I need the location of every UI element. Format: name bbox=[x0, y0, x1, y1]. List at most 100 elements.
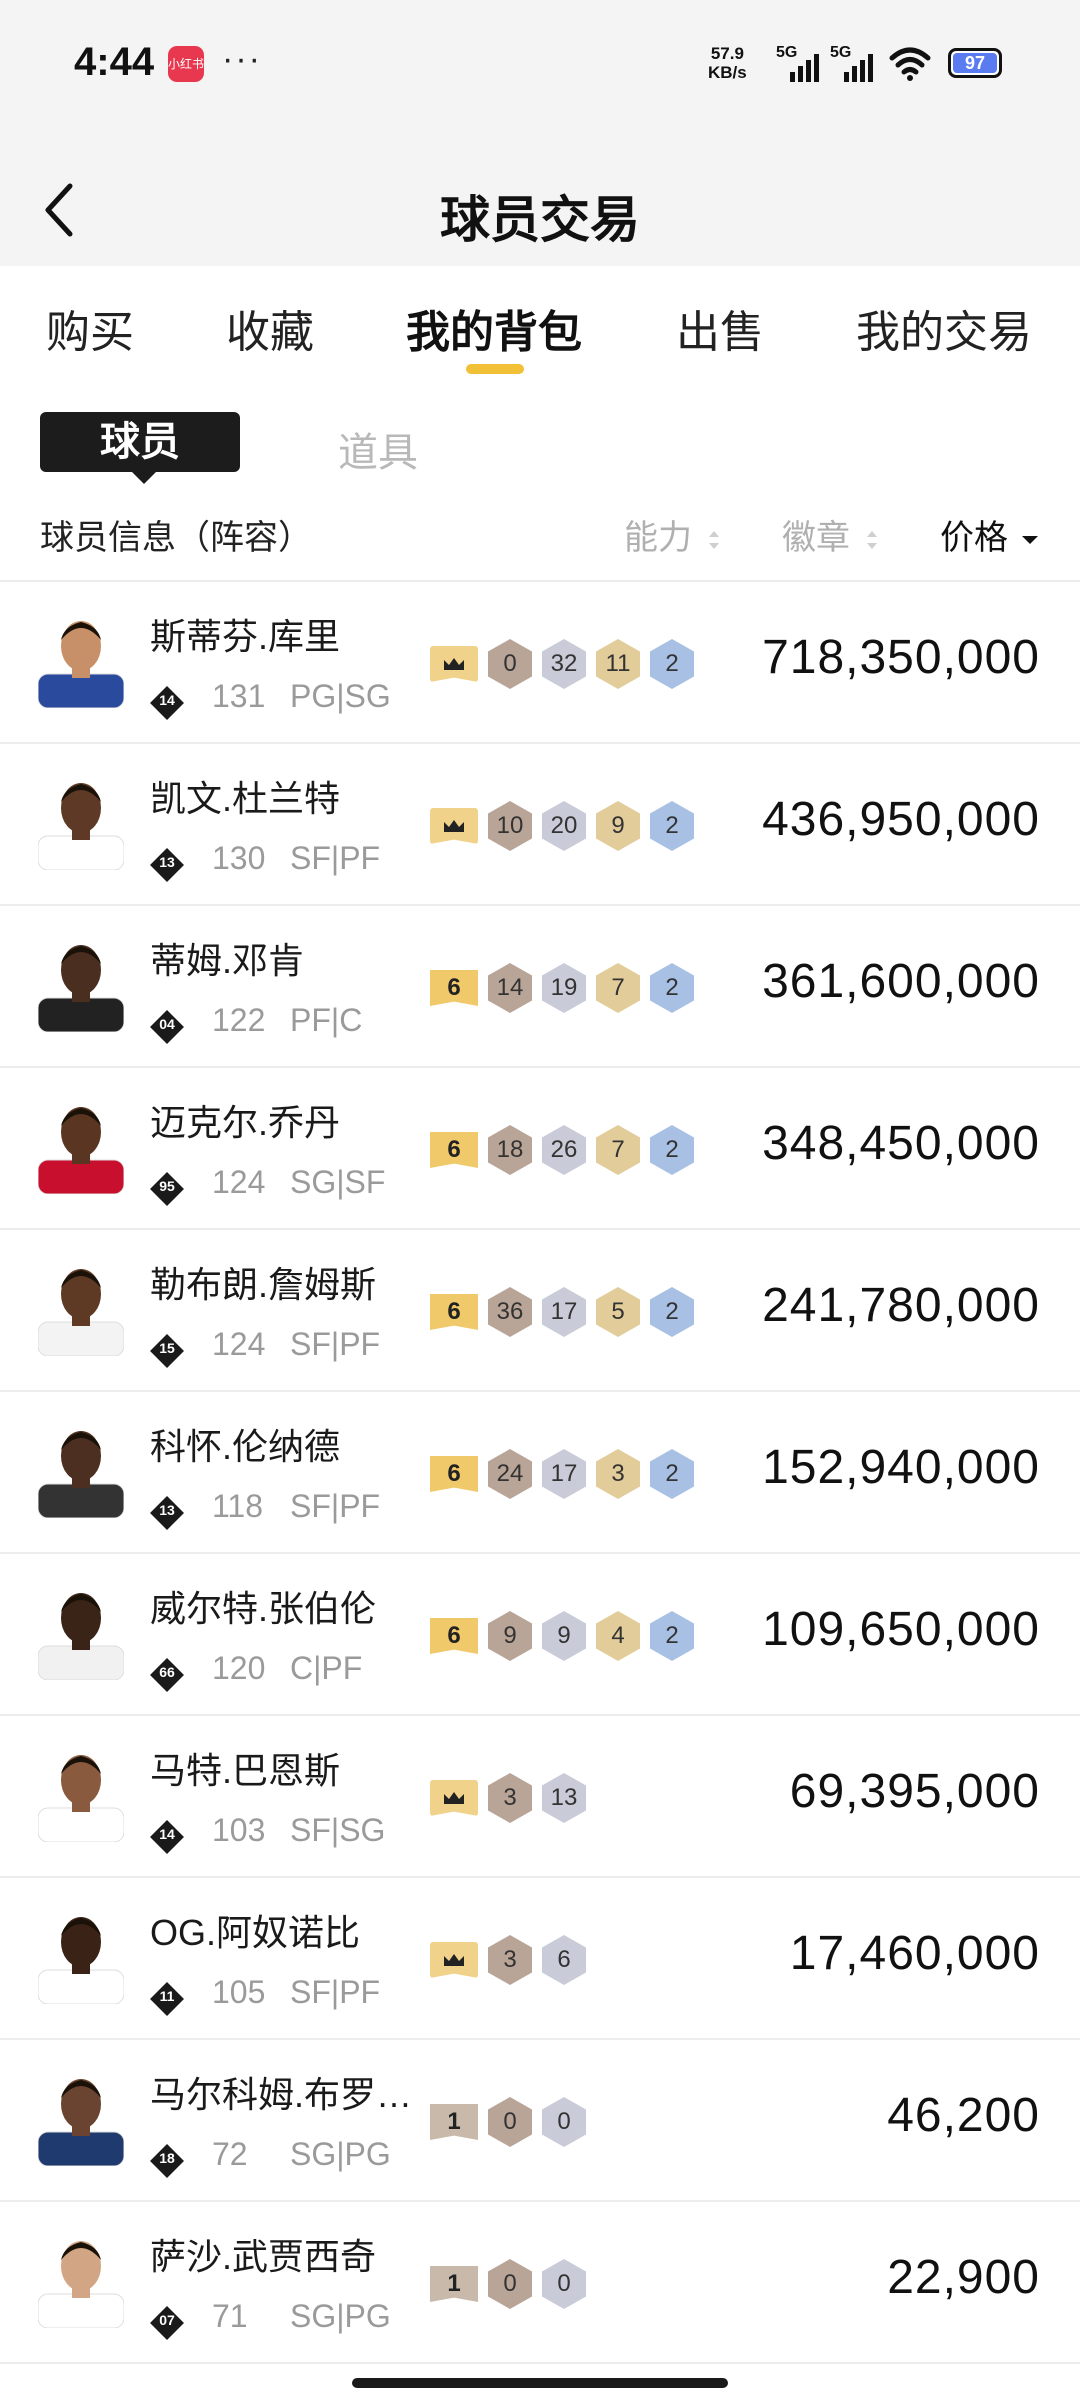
tab-my-trades[interactable]: 我的交易 bbox=[856, 296, 1032, 360]
player-level: 11 bbox=[159, 1988, 175, 2004]
battery-icon: 97 bbox=[948, 48, 1002, 78]
sort-badge-button[interactable]: 徽章 bbox=[782, 510, 879, 559]
player-name: 斯蒂芬.库里 bbox=[150, 616, 341, 657]
badge-count-hex: 20 bbox=[542, 801, 586, 851]
tab-sell[interactable]: 出售 bbox=[676, 296, 764, 360]
tab-buy[interactable]: 购买 bbox=[46, 296, 134, 360]
player-price: 152,940,000 bbox=[762, 1441, 1040, 1494]
player-name: 马特.巴恩斯 bbox=[150, 1750, 341, 1791]
player-level: 04 bbox=[159, 1016, 175, 1032]
player-level: 13 bbox=[159, 1502, 175, 1518]
badge-count-hex: 3 bbox=[488, 1773, 532, 1823]
player-position: SF|SG bbox=[290, 1812, 386, 1848]
badge-count-hex: 0 bbox=[488, 639, 532, 689]
player-row[interactable]: 蒂姆.邓肯 04 122 PF|C 6 14 19 7 2 361,600,000 bbox=[0, 906, 1080, 1068]
sort-arrows-icon bbox=[709, 531, 720, 550]
wifi-icon bbox=[889, 47, 931, 81]
badge-count-hex: 10 bbox=[488, 801, 532, 851]
home-indicator[interactable] bbox=[352, 2378, 728, 2388]
tier-badge: 1 bbox=[430, 2266, 478, 2302]
badge-count-hex: 32 bbox=[542, 639, 586, 689]
player-price: 46,200 bbox=[887, 2089, 1040, 2142]
badge-count-hex: 0 bbox=[542, 2259, 586, 2309]
subtab-players[interactable]: 球员 bbox=[40, 412, 240, 484]
player-price: 22,900 bbox=[887, 2251, 1040, 2304]
player-list: 斯蒂芬.库里 14 131 PG|SG 0 32 11 2 718,350,000 凯… bbox=[0, 580, 1080, 2364]
badge-count-hex: 2 bbox=[650, 963, 694, 1013]
player-avatar bbox=[38, 2079, 124, 2166]
player-row[interactable]: 凯文.杜兰特 13 130 SF|PF 10 20 9 2 436,950,000 bbox=[0, 744, 1080, 906]
tier-badge: 6 bbox=[430, 1618, 478, 1654]
player-position: C|PF bbox=[290, 1650, 363, 1686]
sort-ability-button[interactable]: 能力 bbox=[624, 510, 721, 559]
badge-count-hex: 13 bbox=[542, 1773, 586, 1823]
tier-badge: 6 bbox=[430, 1294, 478, 1330]
sort-badge-label: 徽章 bbox=[782, 519, 850, 557]
badge-count-hex: 17 bbox=[542, 1449, 586, 1499]
player-badges: 6 14 19 7 2 bbox=[430, 962, 694, 1014]
player-level: 15 bbox=[159, 1340, 175, 1356]
badge-count-hex: 2 bbox=[650, 1449, 694, 1499]
badge-count-hex: 7 bbox=[596, 963, 640, 1013]
player-rating: 130 bbox=[212, 840, 266, 876]
player-rating: 103 bbox=[212, 1812, 266, 1848]
player-name: 马尔科姆.布罗… bbox=[150, 2074, 413, 2115]
player-badges: 36 bbox=[430, 1934, 586, 1986]
player-name: 蒂姆.邓肯 bbox=[150, 940, 305, 981]
tier-badge: 1 bbox=[430, 2104, 478, 2140]
badge-count-hex: 19 bbox=[542, 963, 586, 1013]
player-row[interactable]: 科怀.伦纳德 13 118 SF|PF 6 24 17 3 2 152,940,000 bbox=[0, 1392, 1080, 1554]
player-row[interactable]: 萨沙.武贾西奇 07 71 SG|PG 100 22,900 bbox=[0, 2202, 1080, 2364]
player-level: 14 bbox=[159, 1826, 175, 1842]
player-rating: 122 bbox=[212, 1002, 266, 1038]
player-rating: 124 bbox=[212, 1326, 266, 1362]
player-row[interactable]: 迈克尔.乔丹 95 124 SG|SF 6 18 26 7 2 348,450,000 bbox=[0, 1068, 1080, 1230]
crown-tier-icon bbox=[430, 646, 478, 682]
badge-count-hex: 0 bbox=[488, 2259, 532, 2309]
tab-favorites[interactable]: 收藏 bbox=[226, 296, 314, 360]
player-position: SG|PG bbox=[290, 2136, 391, 2172]
player-rating: 120 bbox=[212, 1650, 266, 1686]
badge-count-hex: 0 bbox=[488, 2097, 532, 2147]
player-row[interactable]: 勒布朗.詹姆斯 15 124 SF|PF 6 36 17 5 2 241,780,000 bbox=[0, 1230, 1080, 1392]
network-speed: 57.9 KB/s bbox=[708, 44, 747, 82]
player-row[interactable]: OG.阿奴诺比 11 105 SF|PF 36 17,460,000 bbox=[0, 1878, 1080, 2040]
caret-down-icon bbox=[1022, 536, 1039, 545]
player-level: 66 bbox=[159, 1664, 175, 1680]
player-position: SG|PG bbox=[290, 2298, 391, 2334]
player-position: SF|PF bbox=[290, 1974, 381, 2010]
player-position: SF|PF bbox=[290, 1326, 381, 1362]
player-price: 718,350,000 bbox=[762, 631, 1040, 684]
player-avatar bbox=[38, 1431, 124, 1518]
notification-app-icon: 小红书 bbox=[168, 46, 204, 82]
player-row[interactable]: 威尔特.张伯伦 66 120 C|PF 69942 109,650,000 bbox=[0, 1554, 1080, 1716]
badge-count-hex: 0 bbox=[542, 2097, 586, 2147]
sort-price-button[interactable]: 价格 bbox=[940, 510, 1039, 559]
tier-badge: 6 bbox=[430, 970, 478, 1006]
status-bar: 4:44 小红书 ··· 57.9 KB/s 5G 5G 97 bbox=[0, 0, 1080, 130]
crown-tier-icon bbox=[430, 808, 478, 844]
badge-count-hex: 11 bbox=[596, 639, 640, 689]
subtab-items[interactable]: 道具 bbox=[338, 420, 418, 478]
player-badges: 100 bbox=[430, 2258, 586, 2310]
player-row[interactable]: 马特.巴恩斯 14 103 SF|SG 3 13 69,395,000 bbox=[0, 1716, 1080, 1878]
badge-count-hex: 7 bbox=[596, 1125, 640, 1175]
player-avatar bbox=[38, 621, 124, 708]
player-row[interactable]: 马尔科姆.布罗… 18 72 SG|PG 100 46,200 bbox=[0, 2040, 1080, 2202]
player-name: 凯文.杜兰特 bbox=[150, 778, 341, 819]
player-avatar bbox=[38, 945, 124, 1032]
badge-count-hex: 9 bbox=[488, 1611, 532, 1661]
player-position: SF|PF bbox=[290, 840, 381, 876]
main-tabs: 购买 收藏 我的背包 出售 我的交易 bbox=[0, 266, 1080, 386]
badge-count-hex: 18 bbox=[488, 1125, 532, 1175]
player-avatar bbox=[38, 1917, 124, 2004]
player-price: 69,395,000 bbox=[789, 1765, 1040, 1818]
player-name: 科怀.伦纳德 bbox=[150, 1426, 341, 1467]
badge-count-hex: 17 bbox=[542, 1287, 586, 1337]
player-row[interactable]: 斯蒂芬.库里 14 131 PG|SG 0 32 11 2 718,350,000 bbox=[0, 582, 1080, 744]
player-level: 07 bbox=[159, 2312, 175, 2328]
page-title: 球员交易 bbox=[440, 192, 640, 248]
tab-my-bag[interactable]: 我的背包 bbox=[406, 296, 582, 360]
player-price: 17,460,000 bbox=[789, 1927, 1040, 1980]
badge-count-hex: 24 bbox=[488, 1449, 532, 1499]
